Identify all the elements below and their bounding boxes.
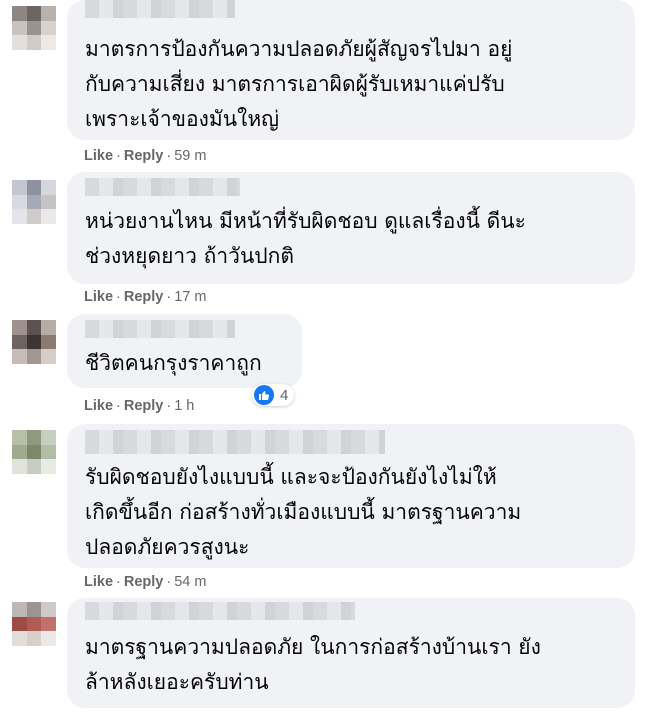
comment-actions: Like · Reply · 1 h <box>84 398 195 414</box>
reply-link[interactable]: Reply <box>124 148 164 164</box>
comment-bubble: มาตรฐานความปลอดภัย ในการก่อสร้างบ้านเรา … <box>67 598 635 708</box>
avatar[interactable] <box>12 430 56 474</box>
timestamp[interactable]: 1 h <box>174 398 194 414</box>
author-name-blurred[interactable] <box>85 0 235 18</box>
comment-item: หน่วยงานไหน มีหน้าที่รับผิดชอบ ดูแลเรื่อ… <box>0 172 650 305</box>
like-link[interactable]: Like <box>84 289 113 305</box>
author-name-blurred[interactable] <box>85 178 240 196</box>
comment-bubble: มาตรการป้องกันความปลอดภัยผู้สัญจรไปมา อย… <box>67 0 635 140</box>
comment-actions: Like · Reply · 54 m <box>84 574 207 590</box>
like-link[interactable]: Like <box>84 574 113 590</box>
author-name-blurred[interactable] <box>85 430 385 454</box>
comment-text: มาตรการป้องกันความปลอดภัยผู้สัญจรไปมา อย… <box>85 37 513 131</box>
comment-text: ชีวิตคนกรุงราคาถูก <box>85 351 262 375</box>
comment-item: ชีวิตคนกรุงราคาถูก 4 Like · Reply · 1 h <box>0 314 650 420</box>
comment-text: รับผิดชอบยังไงแบบนี้ และจะป้องกันยังไงไม… <box>85 465 522 559</box>
reaction-summary[interactable]: 4 <box>252 384 295 406</box>
comment-actions: Like · Reply · 59 m <box>84 148 207 164</box>
avatar[interactable] <box>12 6 56 50</box>
like-link[interactable]: Like <box>84 148 113 164</box>
reaction-count: 4 <box>280 386 289 404</box>
comment-bubble: ชีวิตคนกรุงราคาถูก <box>67 314 302 388</box>
reply-link[interactable]: Reply <box>124 289 164 305</box>
timestamp[interactable]: 54 m <box>174 574 206 590</box>
author-name-blurred[interactable] <box>85 320 235 338</box>
avatar[interactable] <box>12 180 56 224</box>
reply-link[interactable]: Reply <box>124 398 164 414</box>
comment-item: รับผิดชอบยังไงแบบนี้ และจะป้องกันยังไงไม… <box>0 424 650 594</box>
comment-actions: Like · Reply · 17 m <box>84 289 207 305</box>
timestamp[interactable]: 17 m <box>174 289 206 305</box>
thumbs-up-icon <box>254 385 274 405</box>
reply-link[interactable]: Reply <box>124 574 164 590</box>
avatar[interactable] <box>12 602 56 646</box>
comment-text: หน่วยงานไหน มีหน้าที่รับผิดชอบ ดูแลเรื่อ… <box>85 209 526 268</box>
like-link[interactable]: Like <box>84 398 113 414</box>
timestamp[interactable]: 59 m <box>174 148 206 164</box>
comment-text: มาตรฐานความปลอดภัย ในการก่อสร้างบ้านเรา … <box>85 635 541 694</box>
comment-item: มาตรฐานความปลอดภัย ในการก่อสร้างบ้านเรา … <box>0 598 650 716</box>
author-name-blurred[interactable] <box>85 602 355 620</box>
comment-bubble: รับผิดชอบยังไงแบบนี้ และจะป้องกันยังไงไม… <box>67 424 635 568</box>
avatar[interactable] <box>12 320 56 364</box>
comment-bubble: หน่วยงานไหน มีหน้าที่รับผิดชอบ ดูแลเรื่อ… <box>67 172 635 284</box>
comment-item: มาตรการป้องกันความปลอดภัยผู้สัญจรไปมา อย… <box>0 0 650 170</box>
